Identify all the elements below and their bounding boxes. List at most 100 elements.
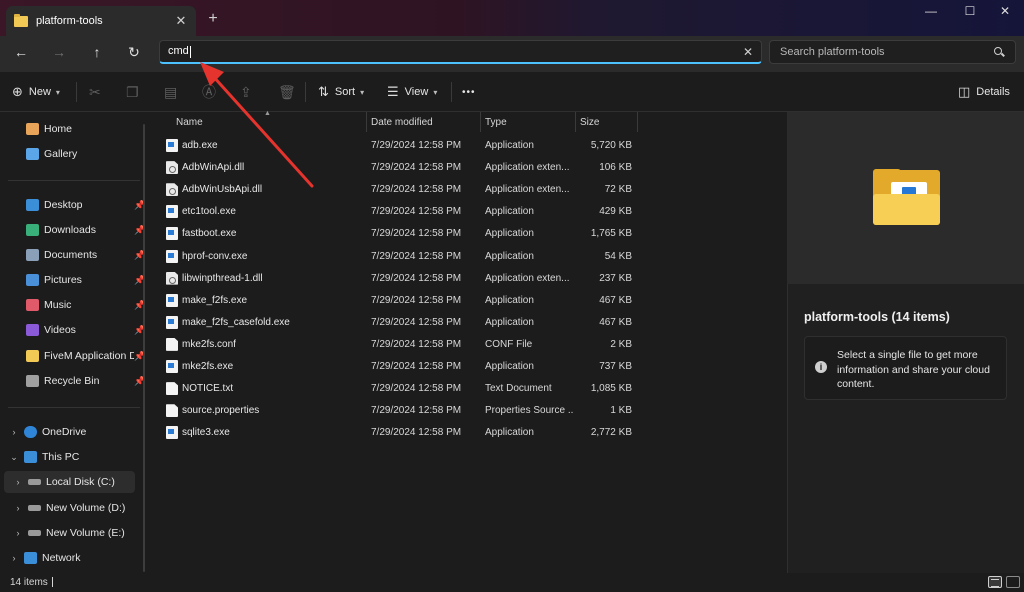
table-row[interactable]: AdbWinApi.dll 7/29/2024 12:58 PM Applicati… xyxy=(160,157,640,179)
sidebar-item-recycle-bin[interactable]: Recycle Bin 📌 xyxy=(10,370,150,392)
address-input[interactable]: cmd xyxy=(168,45,743,58)
view-list-icon: ☰ xyxy=(387,84,399,99)
close-window-button[interactable]: ✕ xyxy=(990,4,1020,20)
toolbar-divider xyxy=(305,82,306,102)
chevron-right-icon[interactable]: › xyxy=(12,477,24,487)
sidebar-divider xyxy=(8,407,140,408)
details-button[interactable]: ◫ Details xyxy=(958,82,1010,102)
column-divider[interactable] xyxy=(637,112,638,132)
sort-icon: ⇅ xyxy=(318,84,329,99)
sidebar-item-videos[interactable]: Videos 📌 xyxy=(10,319,150,341)
videos-icon xyxy=(26,324,39,336)
view-button[interactable]: ☰ View ▾ xyxy=(387,82,437,102)
rename-icon[interactable]: Ⓐ xyxy=(202,82,216,102)
share-icon[interactable]: ⇪ xyxy=(240,82,252,102)
table-row[interactable]: mke2fs.exe 7/29/2024 12:58 PM Application 7… xyxy=(160,356,640,378)
sidebar-item-downloads[interactable]: Downloads 📌 xyxy=(10,219,150,241)
sort-button[interactable]: ⇅ Sort ▾ xyxy=(318,82,364,102)
new-button[interactable]: ⊕ New ▾ xyxy=(12,82,60,102)
new-tab-button[interactable]: + xyxy=(205,10,221,28)
column-header-name[interactable]: Name xyxy=(176,112,366,132)
search-input[interactable]: Search platform-tools xyxy=(780,46,993,58)
address-bar[interactable]: cmd ✕ xyxy=(159,40,762,64)
dll-file-icon xyxy=(166,271,178,285)
more-options-button[interactable]: ••• xyxy=(462,82,476,102)
close-tab-icon[interactable]: ✕ xyxy=(174,13,188,29)
sidebar-item-home[interactable]: Home xyxy=(10,118,150,140)
column-divider[interactable] xyxy=(366,112,367,132)
sidebar-divider xyxy=(8,180,140,181)
column-header-size[interactable]: Size xyxy=(580,112,636,132)
details-view-button[interactable] xyxy=(988,576,1002,588)
paste-icon[interactable]: ▤ xyxy=(164,82,177,102)
up-arrow-icon[interactable]: ↑ xyxy=(86,44,108,62)
sidebar-item-onedrive[interactable]: › OneDrive xyxy=(8,421,148,443)
sidebar-item-network[interactable]: › Network xyxy=(8,547,148,569)
sidebar-item-fivem[interactable]: FiveM Application D 📌 xyxy=(10,345,150,367)
file-size: 467 KB xyxy=(599,294,632,306)
table-row[interactable]: mke2fs.conf 7/29/2024 12:58 PM CONF File 2 … xyxy=(160,334,640,356)
back-arrow-icon[interactable]: ← xyxy=(10,44,32,62)
file-date-modified: 7/29/2024 12:58 PM xyxy=(371,405,462,417)
table-row[interactable]: source.properties 7/29/2024 12:58 PM Prope… xyxy=(160,400,640,422)
table-row[interactable]: make_f2fs_casefold.exe 7/29/2024 12:58 PM… xyxy=(160,312,640,334)
sidebar-item-pictures[interactable]: Pictures 📌 xyxy=(10,269,150,291)
cut-icon[interactable]: ✂ xyxy=(89,82,101,102)
refresh-icon[interactable]: ↻ xyxy=(123,44,145,62)
file-name: libwinpthread-1.dll xyxy=(182,272,263,284)
chevron-right-icon[interactable]: › xyxy=(12,503,24,513)
table-row[interactable]: AdbWinUsbApi.dll 7/29/2024 12:58 PM Applic… xyxy=(160,179,640,201)
sort-label: Sort xyxy=(334,86,356,98)
table-row[interactable]: make_f2fs.exe 7/29/2024 12:58 PM Applicati… xyxy=(160,290,640,312)
file-name: etc1tool.exe xyxy=(182,206,236,218)
document-file-icon xyxy=(166,337,178,351)
table-row[interactable]: adb.exe 7/29/2024 12:58 PM Application 5,72… xyxy=(160,135,640,157)
search-box[interactable]: Search platform-tools xyxy=(769,40,1016,64)
application-file-icon xyxy=(166,315,178,329)
file-name: make_f2fs_casefold.exe xyxy=(182,316,290,328)
sidebar-item-new-volume-d[interactable]: › New Volume (D:) xyxy=(12,497,152,519)
sidebar-item-new-volume-e[interactable]: › New Volume (E:) xyxy=(12,522,152,544)
chevron-right-icon[interactable]: › xyxy=(8,553,20,563)
delete-icon[interactable]: 🗑 xyxy=(278,82,296,102)
file-name: make_f2fs.exe xyxy=(182,294,248,306)
copy-icon[interactable]: ❐ xyxy=(126,82,139,102)
chevron-right-icon[interactable]: › xyxy=(8,427,20,437)
table-row[interactable]: libwinpthread-1.dll 7/29/2024 12:58 PM App… xyxy=(160,268,640,290)
large-folder-icon xyxy=(873,169,940,225)
status-bar xyxy=(0,573,1024,592)
forward-arrow-icon[interactable]: → xyxy=(48,44,70,62)
application-file-icon xyxy=(166,139,178,152)
sidebar-item-music[interactable]: Music 📌 xyxy=(10,294,150,316)
file-date-modified: 7/29/2024 12:58 PM xyxy=(371,140,462,151)
maximize-button[interactable]: ☐ xyxy=(955,4,985,20)
chevron-down-icon: ▾ xyxy=(360,87,365,97)
sidebar-item-this-pc[interactable]: ⌄ This PC xyxy=(8,446,148,468)
tiles-view-button[interactable] xyxy=(1006,576,1020,588)
chevron-down-icon[interactable]: ⌄ xyxy=(8,452,20,463)
table-row[interactable]: hprof-conv.exe 7/29/2024 12:58 PM Applicat… xyxy=(160,246,640,268)
column-header-type[interactable]: Type xyxy=(485,112,573,132)
document-file-icon xyxy=(166,382,178,396)
table-row[interactable]: fastboot.exe 7/29/2024 12:58 PM Applicatio… xyxy=(160,223,640,245)
table-row[interactable]: sqlite3.exe 7/29/2024 12:58 PM Application… xyxy=(160,422,640,444)
sidebar-item-desktop[interactable]: Desktop 📌 xyxy=(10,194,150,216)
table-row[interactable]: NOTICE.txt 7/29/2024 12:58 PM Text Documen… xyxy=(160,378,640,400)
file-size: 106 KB xyxy=(599,162,632,174)
tab-platform-tools[interactable]: platform-tools ✕ xyxy=(6,6,196,36)
sidebar-item-local-disk-c[interactable]: › Local Disk (C:) xyxy=(4,471,135,493)
minimize-button[interactable]: — xyxy=(916,4,946,20)
sidebar-item-gallery[interactable]: Gallery xyxy=(10,143,150,165)
clear-address-icon[interactable]: ✕ xyxy=(743,45,753,59)
column-divider[interactable] xyxy=(480,112,481,132)
file-name: sqlite3.exe xyxy=(182,427,230,439)
folder-icon xyxy=(14,13,28,27)
file-date-modified: 7/29/2024 12:58 PM xyxy=(371,427,462,439)
column-divider[interactable] xyxy=(575,112,576,132)
sidebar-item-documents[interactable]: Documents 📌 xyxy=(10,244,150,266)
column-header-date-modified[interactable]: Date modified xyxy=(371,112,479,132)
table-row[interactable]: etc1tool.exe 7/29/2024 12:58 PM Applicatio… xyxy=(160,201,640,223)
chevron-right-icon[interactable]: › xyxy=(12,528,24,538)
file-date-modified: 7/29/2024 12:58 PM xyxy=(371,250,462,262)
sidebar-scrollbar[interactable] xyxy=(143,124,145,572)
